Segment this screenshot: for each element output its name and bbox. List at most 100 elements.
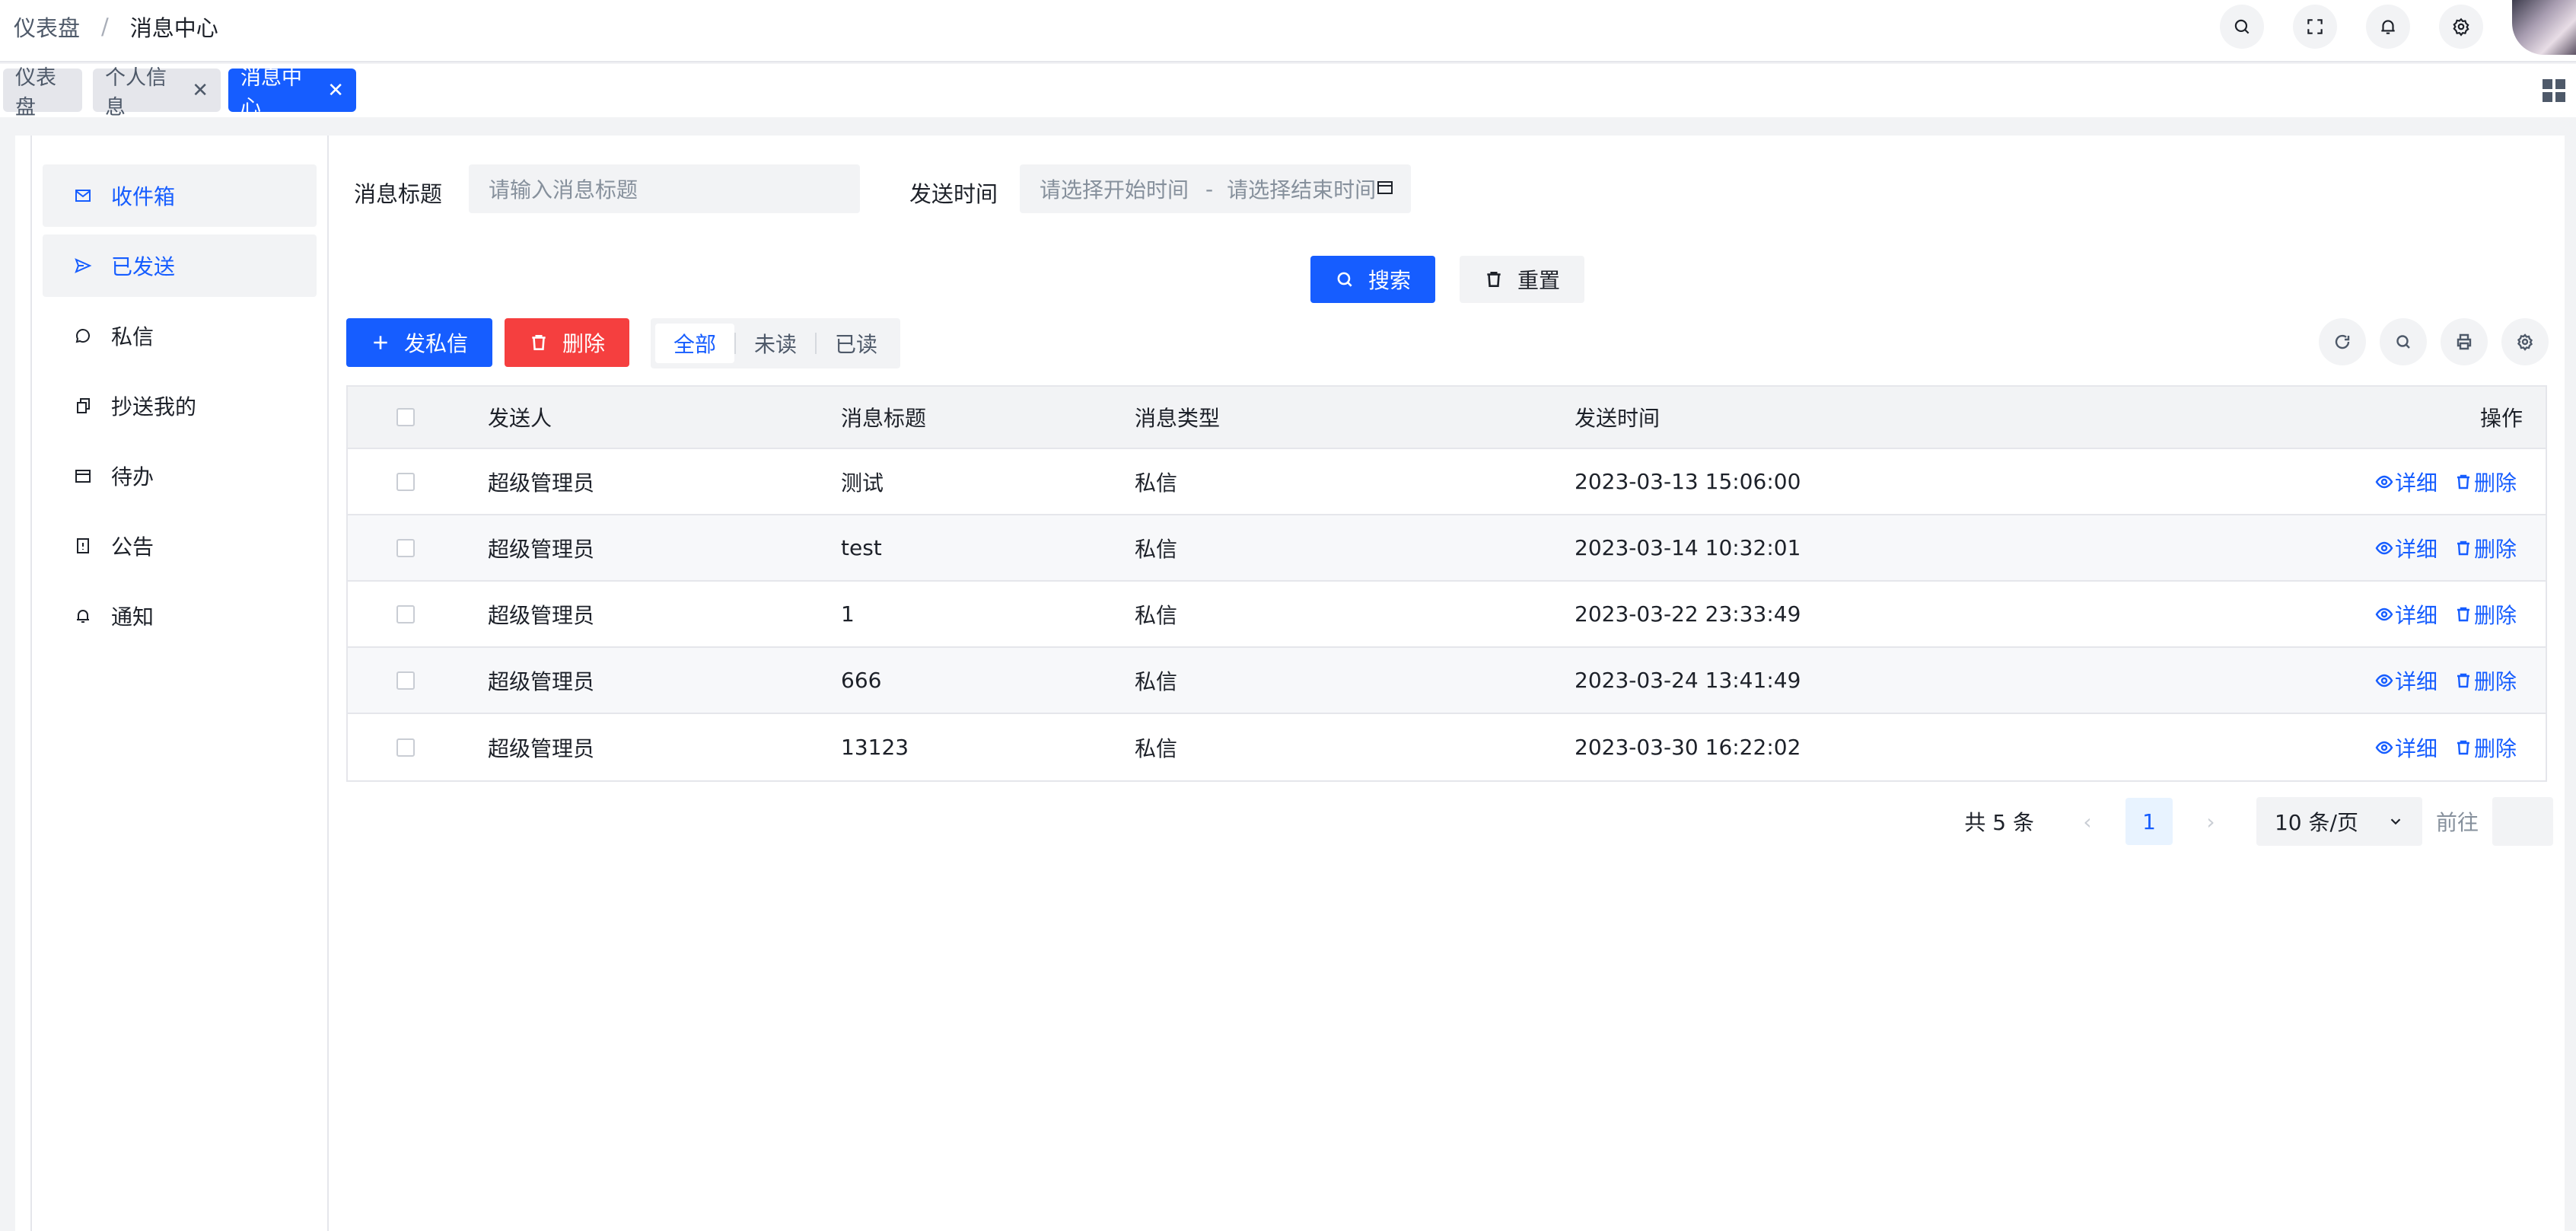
title-cell: 测试 <box>841 470 884 496</box>
trash-icon <box>2457 673 2469 687</box>
sender-cell: 超级管理员 <box>488 470 595 496</box>
eye-icon <box>2375 541 2393 554</box>
send-icon <box>73 256 93 276</box>
total-count: 共 5 条 <box>1964 810 2034 835</box>
close-icon[interactable]: ✕ <box>327 79 344 102</box>
search-icon[interactable] <box>2220 5 2264 49</box>
delete-link[interactable]: 删除 <box>2454 732 2517 763</box>
goto-label: 前往 <box>2435 810 2479 835</box>
sender-cell: 超级管理员 <box>488 602 595 628</box>
grid-icon[interactable] <box>2543 79 2565 102</box>
date-range-picker[interactable]: 请选择开始时间 - 请选择结束时间 <box>1020 164 1411 213</box>
table-row: 超级管理员 测试 私信 2023-03-13 15:06:00 详细 删除 <box>348 449 2546 515</box>
reset-button-label: 重置 <box>1517 268 1560 293</box>
sender-cell: 超级管理员 <box>488 668 595 694</box>
detail-link[interactable]: 详细 <box>2375 665 2437 696</box>
trash-icon <box>1487 272 1501 287</box>
bell-icon <box>73 606 93 626</box>
delete-link[interactable]: 删除 <box>2454 533 2517 563</box>
prev-page-button[interactable]: ‹ <box>2065 809 2110 834</box>
time-cell: 2023-03-24 13:41:49 <box>1575 668 1801 693</box>
tab-label: 仪表盘 <box>15 65 56 120</box>
title-search-input[interactable]: 请输入消息标题 <box>469 164 860 213</box>
gear-icon[interactable] <box>2439 5 2483 49</box>
delete-link[interactable]: 删除 <box>2454 599 2517 630</box>
page-number[interactable]: 1 <box>2125 798 2173 845</box>
print-icon[interactable] <box>2441 318 2488 365</box>
breadcrumb-root[interactable]: 仪表盘 <box>14 11 80 43</box>
eye-icon <box>2375 475 2393 488</box>
title-cell: 13123 <box>841 735 909 760</box>
sidebar-item-cc[interactable]: 抄送我的 <box>43 375 317 437</box>
row-checkbox[interactable] <box>396 604 415 623</box>
send-message-button[interactable]: 发私信 <box>346 318 492 367</box>
next-page-button[interactable]: › <box>2188 809 2234 834</box>
sidebar-item-announcement[interactable]: 公告 <box>43 515 317 577</box>
column-header: 操作 <box>2479 406 2523 431</box>
detail-link[interactable]: 详细 <box>2375 732 2437 763</box>
refresh-icon[interactable] <box>2319 318 2366 365</box>
time-cell: 2023-03-14 10:32:01 <box>1575 535 1801 560</box>
calendar-icon <box>1377 181 1393 194</box>
column-header: 发送人 <box>488 406 552 431</box>
delete-button[interactable]: 删除 <box>505 318 629 367</box>
delete-link[interactable]: 删除 <box>2454 665 2517 696</box>
breadcrumb: 仪表盘 / 消息中心 <box>14 11 218 43</box>
sidebar-item-sent[interactable]: 已发送 <box>43 234 317 297</box>
delete-link[interactable]: 删除 <box>2454 467 2517 497</box>
search-button[interactable]: 搜索 <box>1310 256 1435 303</box>
eye-icon <box>2375 674 2393 687</box>
sidebar-item-private[interactable]: 私信 <box>43 305 317 367</box>
breadcrumb-current: 消息中心 <box>129 15 218 41</box>
type-cell: 私信 <box>1135 470 1178 496</box>
close-icon[interactable]: ✕ <box>192 79 209 102</box>
goto-page-input[interactable] <box>2492 797 2553 846</box>
title-filter-label: 消息标题 <box>354 181 443 207</box>
filter-unread[interactable]: 未读 <box>736 324 815 363</box>
range-separator: - <box>1205 176 1214 202</box>
mail-icon <box>73 186 93 206</box>
title-cell: 666 <box>841 668 882 693</box>
filter-read[interactable]: 已读 <box>817 324 896 363</box>
sidebar-item-todo[interactable]: 待办 <box>43 445 317 507</box>
copy-icon <box>73 396 93 416</box>
column-header: 消息类型 <box>1135 406 1221 431</box>
search-button-label: 搜索 <box>1368 268 1411 293</box>
row-checkbox[interactable] <box>396 738 415 757</box>
row-checkbox[interactable] <box>396 472 415 491</box>
sidebar-item-inbox[interactable]: 收件箱 <box>43 164 317 227</box>
page-size-select[interactable]: 10 条/页 <box>2256 797 2422 846</box>
table-row: 超级管理员 666 私信 2023-03-24 13:41:49 详细 删除 <box>348 648 2546 714</box>
row-checkbox[interactable] <box>396 538 415 557</box>
eye-icon <box>2375 608 2393 620</box>
reset-button[interactable]: 重置 <box>1460 256 1584 303</box>
gear-icon[interactable] <box>2501 318 2549 365</box>
row-checkbox[interactable] <box>396 671 415 690</box>
bell-icon[interactable] <box>2366 5 2410 49</box>
sender-cell: 超级管理员 <box>488 536 595 562</box>
table-row: 超级管理员 13123 私信 2023-03-30 16:22:02 详细 删除 <box>348 714 2546 780</box>
sidebar-item-label: 抄送我的 <box>111 394 197 419</box>
sidebar-item-label: 已发送 <box>111 254 176 279</box>
select-all-cell <box>396 387 415 448</box>
pagination: 共 5 条 ‹ 1 › 10 条/页 前往 <box>1964 796 2553 847</box>
avatar[interactable] <box>2512 0 2576 55</box>
fullscreen-icon[interactable] <box>2293 5 2337 49</box>
tab-profile[interactable]: 个人信息 ✕ <box>93 66 221 120</box>
detail-link[interactable]: 详细 <box>2375 599 2437 630</box>
tab-dashboard[interactable]: 仪表盘 <box>3 66 82 120</box>
tab-label: 消息中心 <box>240 65 302 120</box>
sidebar-item-label: 通知 <box>111 604 154 630</box>
end-date-input[interactable]: 请选择结束时间 <box>1227 174 1379 204</box>
select-all-checkbox[interactable] <box>396 408 415 426</box>
filter-all[interactable]: 全部 <box>655 324 735 363</box>
detail-link[interactable]: 详细 <box>2375 467 2437 497</box>
type-cell: 私信 <box>1135 735 1178 761</box>
sidebar-item-notification[interactable]: 通知 <box>43 585 317 647</box>
tab-message-center[interactable]: 消息中心 ✕ <box>228 66 356 120</box>
trash-icon <box>2457 541 2469 555</box>
notice-icon <box>73 536 93 556</box>
search-icon[interactable] <box>2380 318 2427 365</box>
start-date-input[interactable]: 请选择开始时间 <box>1040 174 1192 204</box>
detail-link[interactable]: 详细 <box>2375 533 2437 563</box>
